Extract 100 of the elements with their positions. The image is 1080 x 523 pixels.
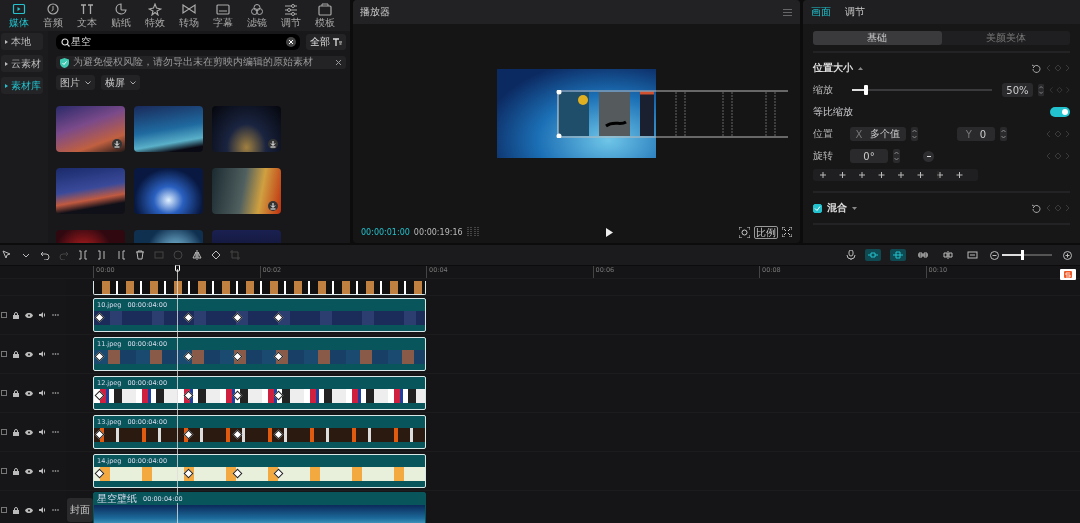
- speaker-icon[interactable]: [39, 312, 46, 318]
- eye-icon[interactable]: [25, 429, 33, 435]
- panel-tab[interactable]: 滤镜: [240, 0, 274, 31]
- split-left-icon[interactable]: [97, 250, 107, 260]
- eye-icon[interactable]: [25, 390, 33, 396]
- eye-icon[interactable]: [25, 312, 33, 318]
- keyframe-icon[interactable]: [232, 351, 243, 362]
- slider-thumb[interactable]: [864, 85, 868, 95]
- fullscreen-icon[interactable]: [782, 227, 792, 237]
- cover-button[interactable]: 封面: [66, 498, 93, 522]
- keyframe-icon[interactable]: [232, 312, 243, 323]
- eye-icon[interactable]: [25, 468, 33, 474]
- panel-tab[interactable]: 字幕: [206, 0, 240, 31]
- delete-icon[interactable]: [135, 250, 145, 260]
- keyframe-icon[interactable]: [232, 390, 243, 401]
- filter-button[interactable]: 全部: [306, 34, 346, 50]
- lock-icon[interactable]: [13, 467, 19, 475]
- frame-icon[interactable]: [1, 351, 7, 357]
- zoom-out-icon[interactable]: [990, 250, 999, 260]
- keyframe-icon[interactable]: [273, 429, 284, 440]
- frame-icon[interactable]: [1, 390, 7, 396]
- track-toggle-icon[interactable]: [890, 249, 906, 261]
- lock-icon[interactable]: [13, 428, 19, 436]
- lock-icon[interactable]: [13, 311, 19, 319]
- segment-tab[interactable]: 基础: [813, 31, 942, 45]
- frame-icon[interactable]: [1, 429, 7, 435]
- speaker-icon[interactable]: [39, 351, 46, 357]
- x-input[interactable]: X 多个值: [850, 127, 906, 141]
- panel-tab[interactable]: 转场: [172, 0, 206, 31]
- keyframe-icon[interactable]: [273, 468, 284, 479]
- y-input[interactable]: Y 0: [957, 127, 995, 141]
- speaker-icon[interactable]: [39, 468, 46, 474]
- ratio-button[interactable]: 比例: [754, 225, 778, 239]
- track-toggle-icon[interactable]: [865, 249, 881, 261]
- panel-tab[interactable]: 调节: [274, 0, 308, 31]
- photo-placeholder[interactable]: [56, 168, 125, 214]
- zoom-in-icon[interactable]: [1063, 250, 1072, 260]
- keyframe-icon[interactable]: [273, 351, 284, 362]
- speaker-icon[interactable]: [39, 507, 46, 513]
- stepper-icon[interactable]: [1000, 127, 1007, 141]
- scale-input[interactable]: 50%: [1002, 83, 1033, 97]
- keyframe-icon[interactable]: [94, 312, 105, 323]
- video-clip[interactable]: [93, 281, 426, 295]
- clear-icon[interactable]: [286, 37, 296, 47]
- toggle-switch[interactable]: [1050, 107, 1070, 117]
- photo-placeholder[interactable]: [212, 106, 281, 152]
- reset-icon[interactable]: [1032, 203, 1041, 213]
- stepper-icon[interactable]: [893, 149, 900, 163]
- lock-icon[interactable]: [13, 350, 19, 358]
- panel-tab[interactable]: 贴纸: [104, 0, 138, 31]
- mirror-icon[interactable]: [192, 250, 202, 260]
- keyframe-icon[interactable]: [183, 429, 194, 440]
- sidebar-item[interactable]: 素材库: [1, 77, 43, 94]
- track-toggle-icon[interactable]: [940, 249, 956, 261]
- sidebar-item[interactable]: 本地: [1, 33, 43, 50]
- lock-icon[interactable]: [13, 389, 19, 397]
- speaker-icon[interactable]: [39, 429, 46, 435]
- pointer-icon[interactable]: [2, 250, 12, 260]
- reset-icon[interactable]: [1032, 63, 1041, 73]
- stepper-icon[interactable]: [911, 127, 918, 141]
- download-icon[interactable]: [268, 139, 278, 149]
- play-icon[interactable]: [604, 227, 613, 237]
- frame-icon[interactable]: [1, 312, 7, 318]
- eye-icon[interactable]: [25, 507, 33, 513]
- focus-icon[interactable]: [739, 226, 750, 238]
- dropdown[interactable]: 图片: [56, 75, 95, 90]
- keyframe-icon[interactable]: [273, 390, 284, 401]
- undo-icon[interactable]: [40, 250, 50, 260]
- panel-tab[interactable]: 文本: [70, 0, 104, 31]
- split-icon[interactable]: [78, 250, 88, 260]
- slider-thumb[interactable]: [1021, 250, 1024, 260]
- inspector-tab[interactable]: 画面: [811, 5, 831, 19]
- stepper-icon[interactable]: [1037, 83, 1044, 97]
- frame-icon[interactable]: [1, 468, 7, 474]
- inspector-tab[interactable]: 调节: [845, 5, 865, 19]
- sidebar-item[interactable]: 云素材: [1, 55, 43, 72]
- menu-icon[interactable]: [783, 8, 792, 16]
- speaker-icon[interactable]: [39, 390, 46, 396]
- panel-tab[interactable]: 特效: [138, 0, 172, 31]
- search-field[interactable]: 星空: [56, 34, 300, 50]
- keyframe-icon[interactable]: [183, 312, 194, 323]
- panel-tab[interactable]: 媒体: [2, 0, 36, 31]
- keyframe-icon[interactable]: [94, 390, 105, 401]
- frame-icon[interactable]: [1, 507, 7, 513]
- photo-placeholder[interactable]: [134, 106, 203, 152]
- keyframe-icon[interactable]: [273, 312, 284, 323]
- keyframe-icon[interactable]: [94, 468, 105, 479]
- keyframe-icon[interactable]: [232, 468, 243, 479]
- photo-placeholder[interactable]: [212, 168, 281, 214]
- track-toggle-icon[interactable]: [915, 249, 931, 261]
- photo-placeholder[interactable]: [134, 168, 203, 214]
- segment-tab[interactable]: 美颜美体: [941, 31, 1070, 45]
- keyframe-icon[interactable]: [183, 351, 194, 362]
- keyframe-icon[interactable]: [183, 390, 194, 401]
- selection-frame-drawing[interactable]: [556, 90, 788, 138]
- download-icon[interactable]: [112, 139, 122, 149]
- rotation-dial-icon[interactable]: [923, 150, 934, 162]
- keyframe-icon[interactable]: [183, 468, 194, 479]
- panel-tab[interactable]: 模板: [308, 0, 342, 31]
- rotation-input[interactable]: 0°: [850, 149, 888, 163]
